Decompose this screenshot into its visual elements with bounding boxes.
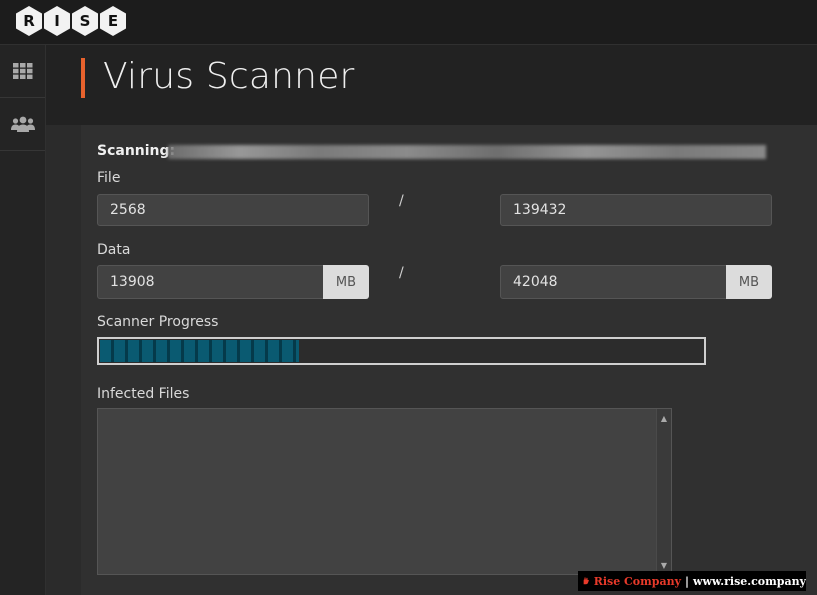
data-total-field[interactable]: 42048 [500, 265, 727, 299]
watermark-separator: | [684, 574, 689, 588]
sidebar-item-users[interactable] [0, 98, 45, 151]
data-separator: / [399, 265, 404, 281]
sidebar-item-dashboard[interactable] [0, 45, 45, 98]
scanner-progress-bar [97, 337, 706, 365]
logo-letter: E [100, 6, 126, 36]
hand-icon [583, 577, 589, 585]
scroll-up-icon[interactable]: ▲ [657, 411, 671, 425]
infected-files-label: Infected Files [97, 386, 190, 402]
data-scanned-unit: MB [323, 265, 369, 299]
logo-letter: S [72, 6, 98, 36]
logo-letter: I [44, 6, 70, 36]
rise-logo[interactable]: R I S E [16, 6, 126, 36]
files-scanned-field[interactable]: 2568 [97, 194, 369, 226]
data-scanned-field[interactable]: 13908 [97, 265, 324, 299]
sidebar [0, 45, 46, 595]
scanning-path-redacted [168, 145, 766, 159]
logo-letter: R [16, 6, 42, 36]
scroll-down-icon[interactable]: ▼ [657, 558, 671, 572]
data-label: Data [97, 242, 131, 258]
watermark-url: www.rise.company [692, 574, 806, 588]
data-total-unit: MB [726, 265, 772, 299]
title-accent-bar [81, 58, 85, 98]
scanner-progress-label: Scanner Progress [97, 314, 219, 330]
file-label: File [97, 170, 121, 186]
files-total-field[interactable]: 139432 [500, 194, 772, 226]
page-header: Virus Scanner [46, 45, 817, 125]
infected-files-list[interactable]: ▲ ▼ [97, 408, 672, 575]
grid-icon [12, 63, 32, 79]
infected-files-scrollbar[interactable]: ▲ ▼ [656, 409, 671, 574]
top-bar: R I S E [0, 0, 817, 45]
watermark-company: Rise Company [593, 574, 681, 588]
watermark: Rise Company | www.rise.company [578, 571, 806, 591]
page-title: Virus Scanner [103, 56, 355, 97]
scanner-progress-fill [100, 340, 299, 362]
users-icon [10, 116, 35, 132]
scanning-label: Scanning: [97, 143, 176, 159]
file-separator: / [399, 193, 404, 209]
